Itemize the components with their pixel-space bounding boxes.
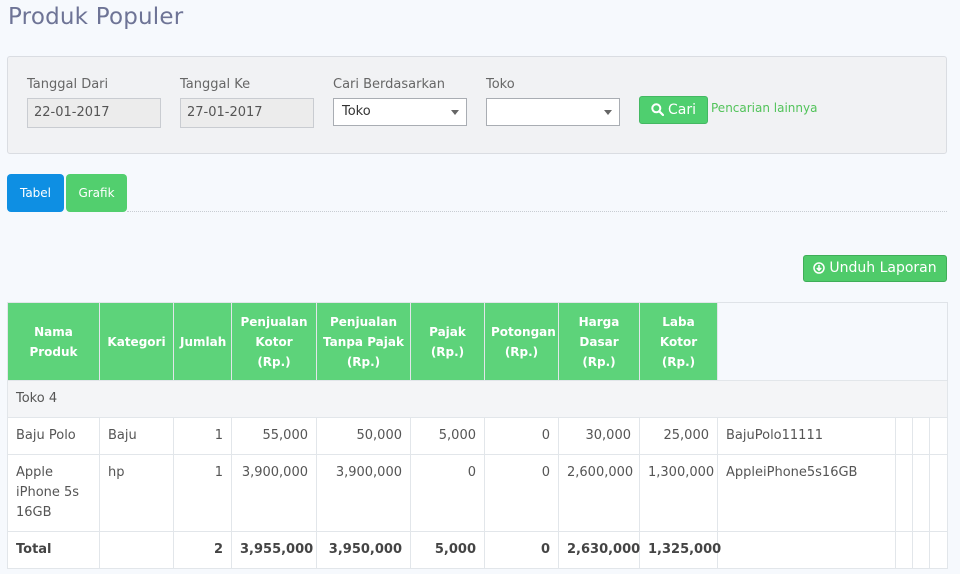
- cell-laba-kotor: 25,000: [639, 417, 718, 455]
- cari-berdasarkan-group: Cari Berdasarkan Toko: [333, 77, 467, 126]
- cell-penjualan-kotor: 3,900,000: [231, 454, 317, 532]
- header-nama-produk[interactable]: Nama Produk: [7, 302, 100, 381]
- tanggal-ke-label: Tanggal Ke: [180, 77, 251, 92]
- page-title: Produk Populer: [8, 4, 184, 30]
- cell-potongan: 0: [484, 417, 559, 455]
- unduh-laporan-button[interactable]: Unduh Laporan: [803, 255, 947, 282]
- cell-nama: Baju Polo: [7, 417, 100, 455]
- pencarian-lainnya-link[interactable]: Pencarian lainnya: [711, 101, 817, 115]
- group-label: Toko 4: [7, 380, 948, 418]
- cell-sku: BajuPolo11111: [717, 417, 896, 455]
- cell-harga-dasar: 2,600,000: [558, 454, 640, 532]
- cell-pajak: 0: [410, 454, 485, 532]
- header-penjualan-kotor[interactable]: Penjualan Kotor (Rp.): [231, 302, 317, 381]
- total-penjualan-kotor: 3,955,000: [231, 531, 317, 569]
- total-potongan: 0: [484, 531, 559, 569]
- tab-divider: [127, 211, 947, 212]
- table-row: Apple iPhone 5s 16GB hp 1 3,900,000 3,90…: [7, 454, 948, 532]
- cell-empty: [929, 417, 948, 455]
- cell-empty: [912, 417, 930, 455]
- report-table: Nama Produk Kategori Jumlah Penjualan Ko…: [7, 302, 948, 569]
- cell-tanpa-pajak: 50,000: [316, 417, 411, 455]
- chevron-down-icon: [451, 110, 459, 115]
- cell-kategori: Baju: [99, 417, 174, 455]
- tanggal-dari-input[interactable]: 22-01-2017: [27, 98, 161, 128]
- cell-empty: [895, 531, 913, 569]
- cell-empty: [895, 417, 913, 455]
- cari-berdasarkan-value: Toko: [342, 104, 371, 119]
- cari-berdasarkan-select[interactable]: Toko: [333, 98, 467, 126]
- cell-jumlah: 1: [173, 454, 232, 532]
- total-jumlah: 2: [173, 531, 232, 569]
- chevron-down-icon: [604, 110, 612, 115]
- cell-potongan: 0: [484, 454, 559, 532]
- total-laba-kotor: 1,325,000: [639, 531, 721, 569]
- cell-penjualan-kotor: 55,000: [231, 417, 317, 455]
- cari-berdasarkan-label: Cari Berdasarkan: [333, 77, 445, 92]
- toko-label: Toko: [486, 77, 515, 92]
- table-header-row: Nama Produk Kategori Jumlah Penjualan Ko…: [7, 302, 948, 381]
- header-pajak[interactable]: Pajak (Rp.): [410, 302, 485, 381]
- cell-empty: [912, 531, 930, 569]
- header-harga-dasar[interactable]: Harga Dasar (Rp.): [558, 302, 640, 381]
- filter-panel: Tanggal Dari 22-01-2017 Tanggal Ke 27-01…: [7, 56, 947, 154]
- cari-button[interactable]: Cari: [639, 96, 708, 124]
- tab-grafik[interactable]: Grafik: [66, 174, 127, 212]
- tanggal-dari-group: Tanggal Dari 22-01-2017: [27, 77, 161, 128]
- search-icon: [651, 103, 664, 116]
- unduh-laporan-label: Unduh Laporan: [829, 260, 937, 276]
- cell-empty: [99, 531, 174, 569]
- tab-tabel[interactable]: Tabel: [7, 174, 64, 212]
- total-harga-dasar: 2,630,000: [558, 531, 640, 569]
- table-row: Baju Polo Baju 1 55,000 50,000 5,000 0 3…: [7, 417, 948, 455]
- cell-empty: [895, 454, 913, 532]
- cell-jumlah: 1: [173, 417, 232, 455]
- cell-sku: AppleiPhone5s16GB: [717, 454, 896, 532]
- cell-pajak: 5,000: [410, 417, 485, 455]
- tanggal-ke-input[interactable]: 27-01-2017: [180, 98, 314, 128]
- download-circle-icon: [813, 262, 826, 274]
- toko-select[interactable]: [486, 98, 620, 126]
- header-kategori[interactable]: Kategori: [99, 302, 174, 381]
- header-blank: [717, 302, 948, 381]
- total-row: Total 2 3,955,000 3,950,000 5,000 0 2,63…: [7, 531, 948, 569]
- cell-empty: [717, 531, 896, 569]
- header-laba-kotor[interactable]: Laba Kotor (Rp.): [639, 302, 718, 381]
- cell-kategori: hp: [99, 454, 174, 532]
- cell-harga-dasar: 30,000: [558, 417, 640, 455]
- cell-nama: Apple iPhone 5s 16GB: [7, 454, 100, 532]
- cell-laba-kotor: 1,300,000: [639, 454, 718, 532]
- group-row: Toko 4: [7, 380, 948, 418]
- tanggal-ke-group: Tanggal Ke 27-01-2017: [180, 77, 314, 128]
- cell-empty: [929, 454, 948, 532]
- cell-empty: [929, 531, 948, 569]
- header-penjualan-tanpa-pajak[interactable]: Penjualan Tanpa Pajak (Rp.): [316, 302, 411, 381]
- cari-button-label: Cari: [668, 102, 696, 118]
- total-pajak: 5,000: [410, 531, 485, 569]
- tanggal-dari-label: Tanggal Dari: [27, 77, 109, 92]
- header-jumlah[interactable]: Jumlah: [173, 302, 232, 381]
- cell-empty: [912, 454, 930, 532]
- header-potongan[interactable]: Potongan (Rp.): [484, 302, 559, 381]
- total-label: Total: [7, 531, 100, 569]
- total-tanpa-pajak: 3,950,000: [316, 531, 411, 569]
- toko-group: Toko: [486, 77, 620, 126]
- cell-tanpa-pajak: 3,900,000: [316, 454, 411, 532]
